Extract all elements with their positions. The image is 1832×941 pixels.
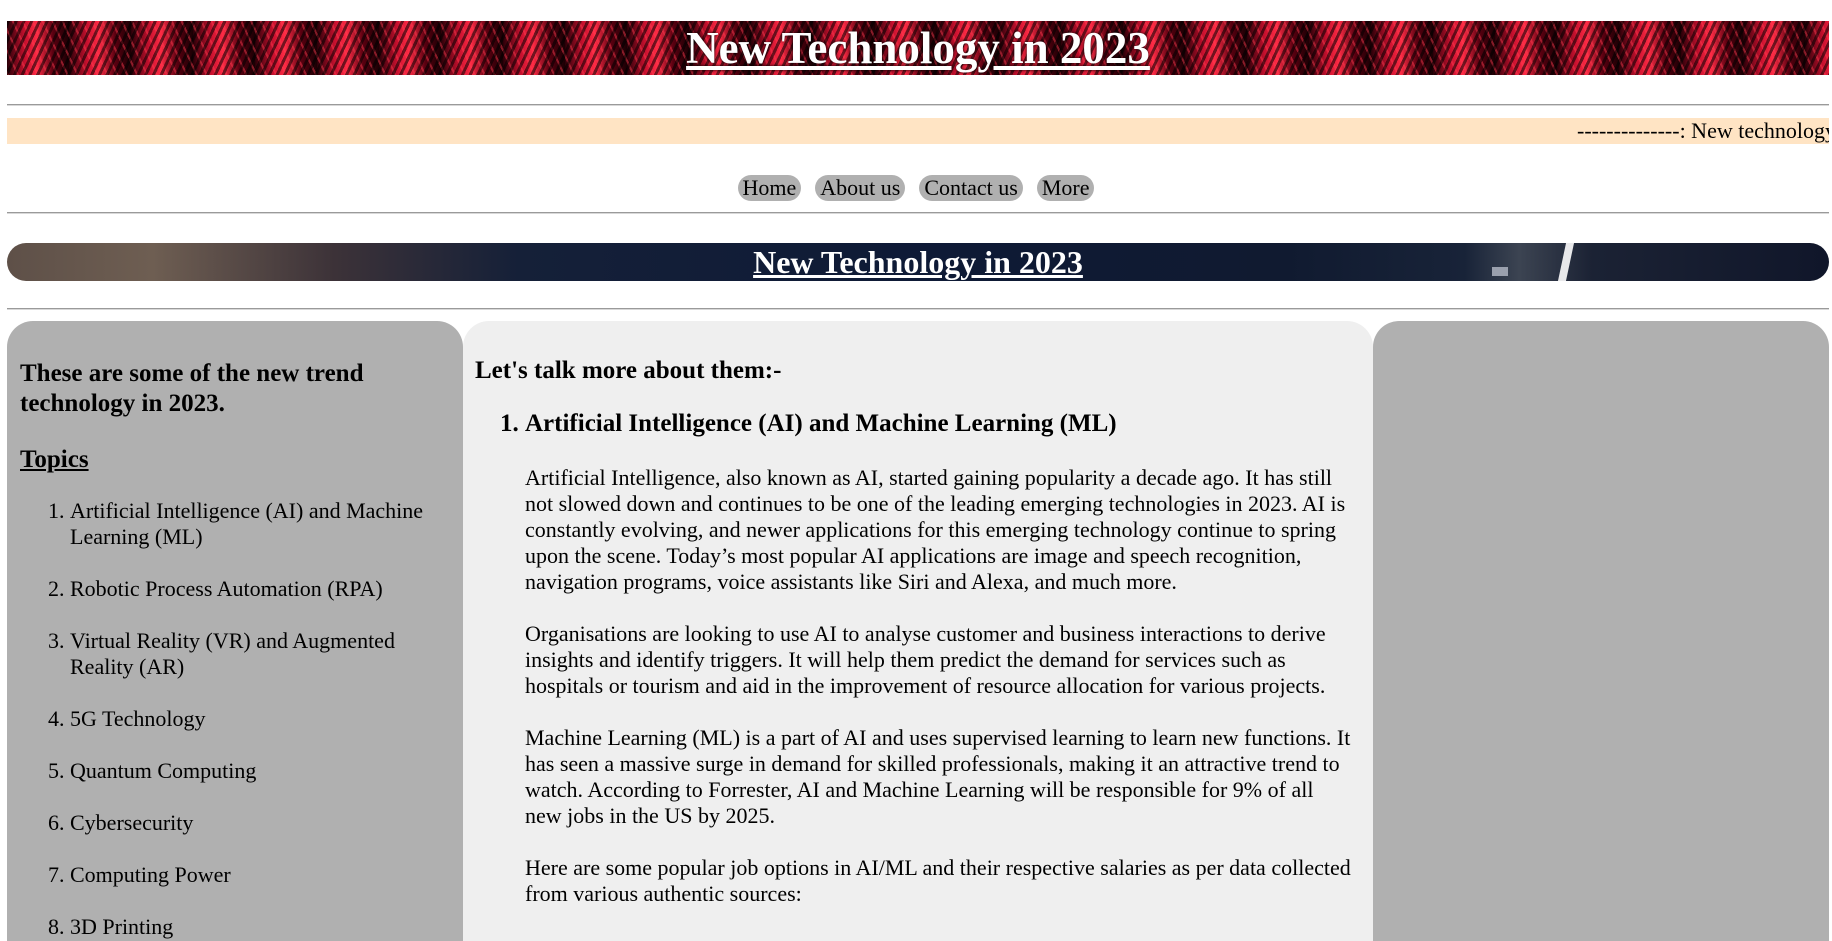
topic-item: Artificial Intelligence (AI) and Machine… (70, 498, 450, 550)
divider (7, 104, 1829, 106)
divider (7, 212, 1829, 214)
marquee-ticker: --------------: New technology in 2023 (7, 118, 1829, 144)
technology-section: Artificial Intelligence (AI) and Machine… (525, 409, 1355, 907)
page-title: New Technology in 2023 (686, 23, 1150, 73)
topic-item: Computing Power (70, 862, 450, 888)
hero-banner: New Technology in 2023 (7, 243, 1829, 281)
technology-list: Artificial Intelligence (AI) and Machine… (475, 409, 1355, 907)
topic-item: Virtual Reality (VR) and Augmented Reali… (70, 628, 450, 680)
section-paragraph: Organisations are looking to use AI to a… (525, 621, 1326, 698)
sidebar-heading: These are some of the new trend technolo… (20, 360, 364, 417)
topics-title: Topics (20, 446, 89, 473)
sidebar-right (1373, 321, 1829, 941)
nav-more-link[interactable]: More (1036, 175, 1095, 201)
topic-item: 3D Printing (70, 914, 450, 940)
ticker-text: --------------: New technology in 2023 (1577, 118, 1829, 143)
nav-home-link[interactable]: Home (737, 175, 802, 201)
sidebar-left: These are some of the new trend technolo… (7, 321, 463, 941)
section-paragraph: Machine Learning (ML) is a part of AI an… (525, 725, 1351, 828)
hero-title: New Technology in 2023 (753, 244, 1083, 280)
topics-list: Artificial Intelligence (AI) and Machine… (20, 498, 450, 941)
topic-item: Cybersecurity (70, 810, 450, 836)
nav-bar: Home About us Contact us More (0, 175, 1832, 201)
main-content[interactable]: Let's talk more about them:- Artificial … (463, 321, 1373, 941)
divider (7, 308, 1829, 310)
nav-contact-link[interactable]: Contact us (919, 175, 1023, 201)
header-banner: New Technology in 2023 (7, 21, 1829, 75)
topic-item: 5G Technology (70, 706, 450, 732)
section-paragraph: Here are some popular job options in AI/… (525, 855, 1351, 906)
section-paragraph: Artificial Intelligence, also known as A… (525, 465, 1346, 594)
main-heading: Let's talk more about them:- (475, 357, 782, 384)
section-title: Artificial Intelligence (AI) and Machine… (525, 410, 1117, 437)
topic-item: Quantum Computing (70, 758, 450, 784)
topic-item: Robotic Process Automation (RPA) (70, 576, 450, 602)
nav-about-link[interactable]: About us (815, 175, 906, 201)
